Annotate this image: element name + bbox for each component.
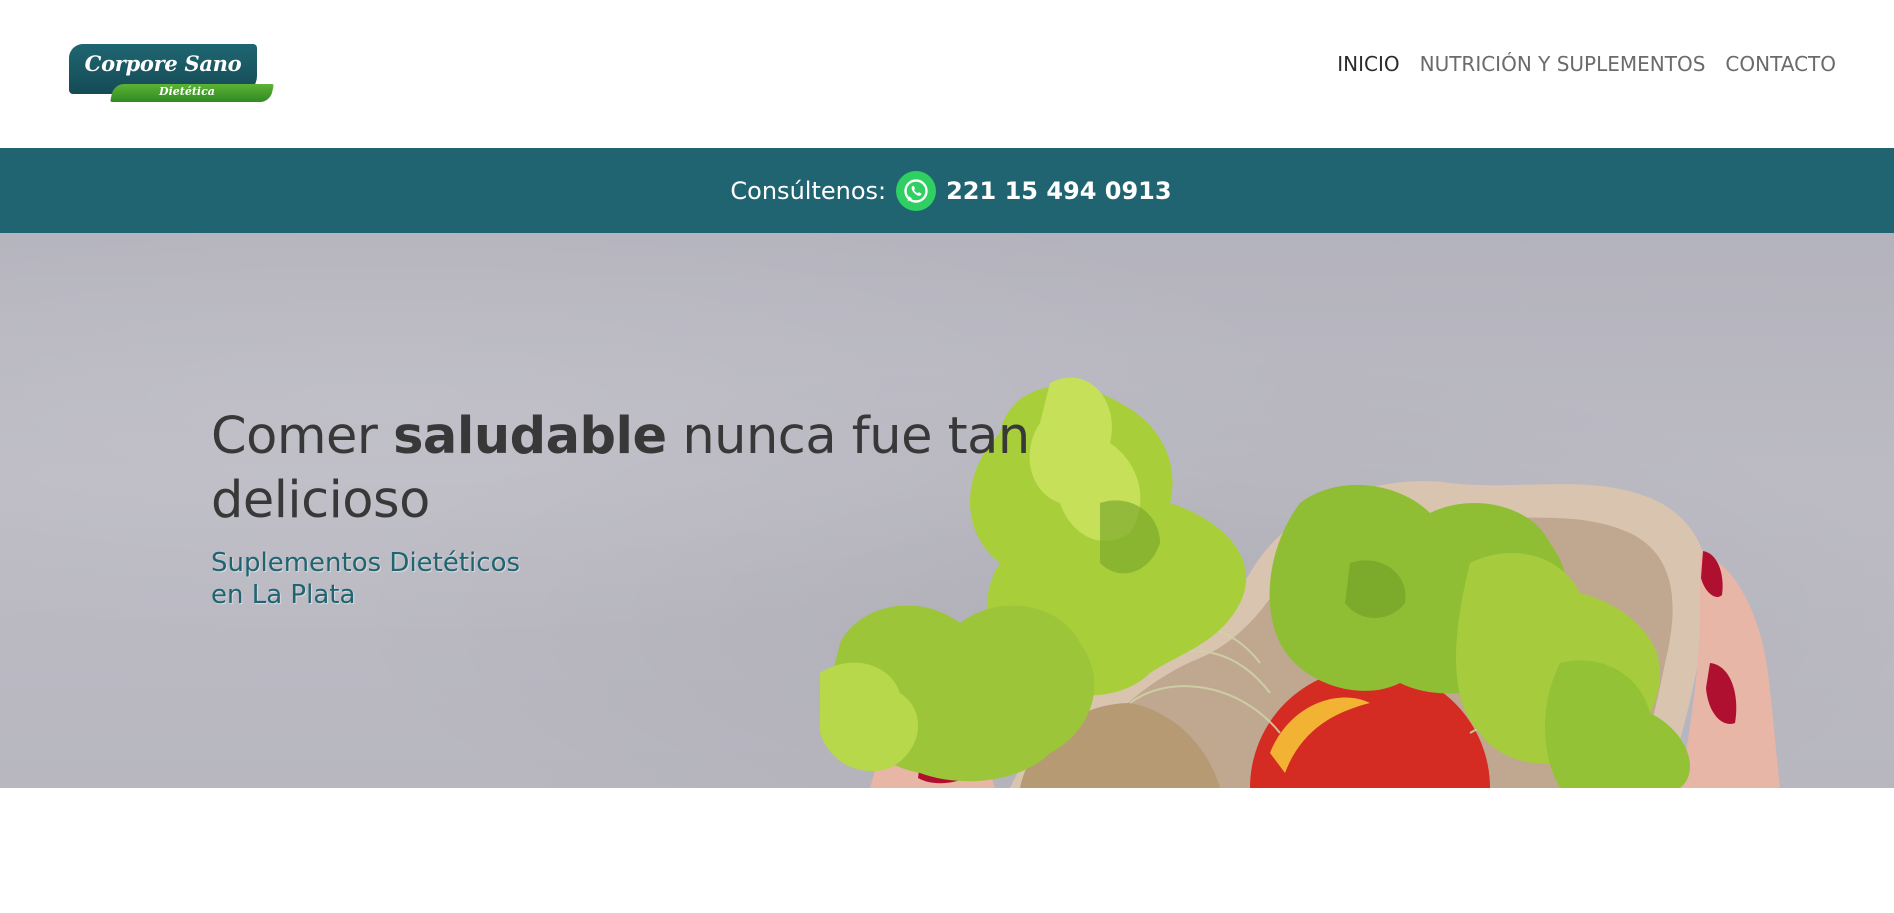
logo-subtitle: Dietética [159, 85, 215, 98]
hero-title-pre: Comer [211, 407, 394, 466]
logo-title: Corpore Sano [84, 51, 242, 76]
hero-subtitle-line1: Suplementos Dietéticos [211, 548, 521, 578]
contact-bar: Consúltenos: 221 15 494 0913 [0, 148, 1894, 233]
main-nav: INICIO NUTRICIÓN Y SUPLEMENTOS CONTACTO [1337, 52, 1836, 76]
hero-text: Comer saludable nunca fue tan delicioso … [211, 405, 1071, 611]
hero-banner: Comer saludable nunca fue tan delicioso … [0, 233, 1894, 788]
contact-label: Consúltenos: [730, 176, 887, 205]
site-header: Corpore Sano Dietética INICIO NUTRICIÓN … [0, 0, 1894, 148]
nav-item-contacto[interactable]: CONTACTO [1725, 52, 1836, 76]
nav-item-nutricion[interactable]: NUTRICIÓN Y SUPLEMENTOS [1420, 52, 1706, 76]
nav-item-inicio[interactable]: INICIO [1337, 52, 1399, 76]
site-logo[interactable]: Corpore Sano Dietética [69, 44, 274, 106]
contact-inner: Consúltenos: 221 15 494 0913 [730, 170, 1172, 211]
hero-title-bold: saludable [393, 407, 667, 466]
whatsapp-icon[interactable] [896, 170, 937, 211]
hero-subtitle: Suplementos Dietéticos en La Plata [211, 547, 1071, 611]
contact-phone[interactable]: 221 15 494 0913 [946, 177, 1171, 205]
hero-subtitle-line2: en La Plata [211, 580, 356, 610]
hero-title: Comer saludable nunca fue tan delicioso [211, 405, 1071, 533]
